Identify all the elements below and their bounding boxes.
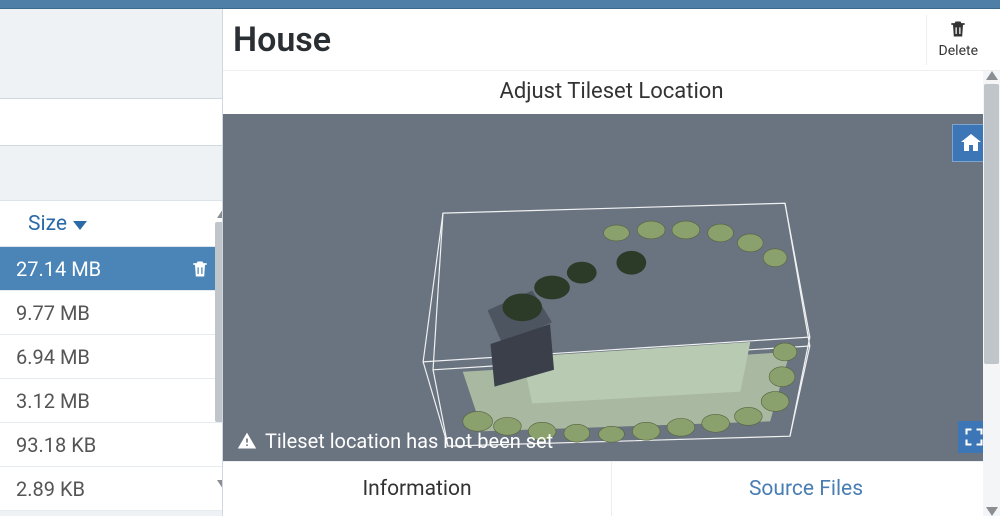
list-item-size: 6.94 MB [16, 345, 90, 369]
sidebar: Size 27.14 MB 9.77 MB 6.94 MB 3.12 MB [0, 9, 222, 516]
delete-button[interactable]: Delete [926, 15, 990, 65]
list-item-size: 9.77 MB [16, 301, 90, 325]
expand-icon [964, 427, 984, 447]
trash-icon [948, 19, 968, 39]
list-item-size: 93.18 KB [16, 433, 96, 457]
sort-label: Size [28, 212, 67, 236]
home-icon [959, 131, 983, 155]
viewer-warning-text: Tileset location has not been set [265, 429, 553, 453]
list-item[interactable]: 27.14 MB [0, 247, 222, 291]
sort-caret-icon [73, 221, 87, 230]
list-item[interactable]: 3.12 MB [0, 379, 222, 423]
sort-header[interactable]: Size [0, 201, 222, 247]
scroll-thumb[interactable] [984, 84, 999, 364]
viewer-warning: Tileset location has not been set [237, 429, 553, 453]
delete-label: Delete [939, 43, 978, 59]
main-panel: House Delete Adjust Tileset Location [222, 9, 1000, 516]
tab-source-files[interactable]: Source Files [612, 462, 1000, 516]
list-item[interactable]: 9.77 MB [0, 291, 222, 335]
search-input[interactable] [0, 98, 249, 146]
list-item-size: 27.14 MB [16, 257, 101, 281]
section-title: Adjust Tileset Location [223, 71, 1000, 114]
tab-information[interactable]: Information [223, 462, 612, 516]
list-item[interactable]: 2.89 KB [0, 467, 222, 511]
tileset-scene [223, 114, 1000, 461]
warning-icon [237, 431, 257, 451]
list-item-size: 3.12 MB [16, 389, 90, 413]
tab-label: Source Files [749, 477, 863, 501]
tab-bar: Information Source Files [223, 461, 1000, 516]
list-item[interactable]: 6.94 MB [0, 335, 222, 379]
list-item-size: 2.89 KB [16, 477, 85, 501]
scroll-up-icon[interactable] [986, 71, 998, 80]
page-title: House [233, 20, 331, 60]
trash-icon[interactable] [190, 258, 210, 280]
asset-list: Size 27.14 MB 9.77 MB 6.94 MB 3.12 MB [0, 200, 222, 511]
main-scrollbar[interactable] [983, 71, 1000, 516]
scroll-down-icon[interactable] [986, 507, 998, 516]
tab-label: Information [362, 477, 471, 501]
list-item[interactable]: 93.18 KB [0, 423, 222, 467]
app-topbar [0, 0, 1000, 9]
viewer-3d[interactable]: Tileset location has not been set [223, 114, 1000, 461]
